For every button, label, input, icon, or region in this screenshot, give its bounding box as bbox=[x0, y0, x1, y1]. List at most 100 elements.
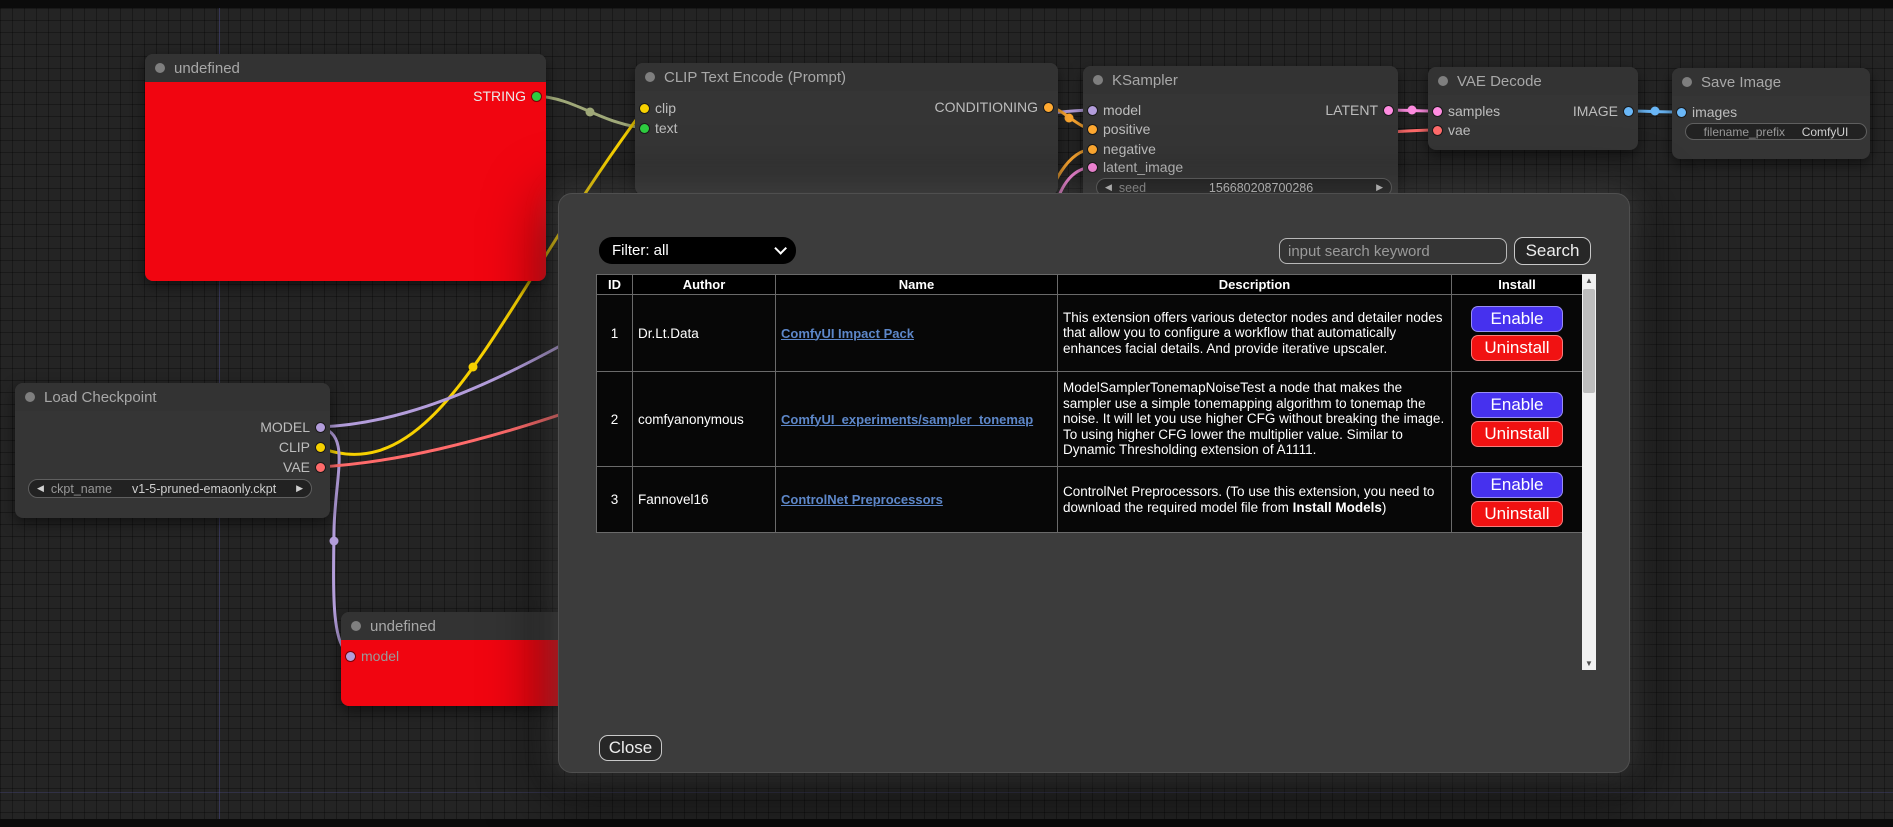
scroll-down-arrow-icon[interactable]: ▼ bbox=[1582, 657, 1596, 670]
input-slot-latent-image[interactable]: latent_image bbox=[1088, 159, 1183, 175]
collapse-dot-icon[interactable] bbox=[155, 63, 165, 73]
widget-increment-arrow-icon[interactable]: ▶ bbox=[1376, 182, 1383, 193]
conditioning-slot-dot[interactable] bbox=[1088, 145, 1097, 154]
node-title-bar[interactable]: undefined bbox=[341, 612, 570, 640]
cell-author: Fannovel16 bbox=[633, 467, 776, 533]
enable-button[interactable]: Enable bbox=[1471, 392, 1563, 418]
clip-slot-dot[interactable] bbox=[640, 104, 649, 113]
node-title-bar[interactable]: undefined bbox=[145, 54, 546, 82]
link-middle-dot bbox=[1408, 106, 1417, 115]
input-slot-vae[interactable]: vae bbox=[1433, 122, 1471, 138]
model-slot-dot[interactable] bbox=[316, 423, 325, 432]
link-middle-dot bbox=[1651, 107, 1660, 116]
node-save-image[interactable]: Save Image images filename_prefix ComfyU… bbox=[1672, 68, 1870, 159]
vae-slot-dot[interactable] bbox=[1433, 126, 1442, 135]
latent-slot-dot[interactable] bbox=[1433, 107, 1442, 116]
collapse-dot-icon[interactable] bbox=[645, 72, 655, 82]
node-load-checkpoint[interactable]: Load Checkpoint MODEL CLIP VAE ◀ ckpt_na… bbox=[15, 383, 330, 518]
node-title-bar[interactable]: Load Checkpoint bbox=[15, 383, 330, 411]
node-title-bar[interactable]: Save Image bbox=[1672, 68, 1870, 96]
widget-value[interactable]: v1-5-pruned-emaonly.ckpt bbox=[132, 482, 276, 496]
output-slot-image[interactable]: IMAGE bbox=[1573, 103, 1633, 119]
extension-link[interactable]: ComfyUI Impact Pack bbox=[781, 326, 914, 341]
cell-id: 1 bbox=[597, 295, 633, 372]
cell-description: ModelSamplerTonemapNoiseTest a node that… bbox=[1058, 372, 1452, 467]
table-scrollbar[interactable]: ▲ ▼ bbox=[1582, 274, 1596, 670]
cell-id: 3 bbox=[597, 467, 633, 533]
enable-button[interactable]: Enable bbox=[1471, 472, 1563, 498]
image-slot-dot[interactable] bbox=[1624, 107, 1633, 116]
input-slot-model[interactable]: model bbox=[1088, 102, 1141, 118]
widget-next-arrow-icon[interactable]: ▶ bbox=[296, 483, 303, 494]
extension-link[interactable]: ControlNet Preprocessors bbox=[781, 492, 943, 507]
node-title-bar[interactable]: CLIP Text Encode (Prompt) bbox=[635, 63, 1058, 91]
widget-decrement-arrow-icon[interactable]: ◀ bbox=[1105, 182, 1112, 193]
string-slot-dot[interactable] bbox=[532, 92, 541, 101]
search-button[interactable]: Search bbox=[1514, 237, 1591, 265]
node-title-bar[interactable]: KSampler bbox=[1083, 66, 1398, 94]
input-slot-samples[interactable]: samples bbox=[1433, 103, 1500, 119]
collapse-dot-icon[interactable] bbox=[1438, 76, 1448, 86]
input-slot-model[interactable]: model bbox=[346, 648, 399, 664]
latent-slot-dot[interactable] bbox=[1384, 106, 1393, 115]
table-row: 1 Dr.Lt.Data ComfyUI Impact Pack This ex… bbox=[597, 295, 1583, 372]
widget-value[interactable]: ComfyUI bbox=[1802, 125, 1849, 139]
slot-label: text bbox=[655, 120, 678, 136]
scroll-up-arrow-icon[interactable]: ▲ bbox=[1582, 274, 1596, 287]
model-slot-dot[interactable] bbox=[1088, 106, 1097, 115]
filename-prefix-widget[interactable]: filename_prefix ComfyUI bbox=[1685, 123, 1867, 140]
node-ksampler[interactable]: KSampler model positive negative latent_… bbox=[1083, 66, 1398, 201]
node-title-bar[interactable]: VAE Decode bbox=[1428, 67, 1638, 95]
slot-label: model bbox=[1103, 102, 1141, 118]
output-slot-clip[interactable]: CLIP bbox=[279, 439, 325, 455]
node-title: KSampler bbox=[1112, 72, 1178, 89]
filter-dropdown[interactable]: Filter: all bbox=[599, 237, 796, 264]
latent-slot-dot[interactable] bbox=[1088, 163, 1097, 172]
collapse-dot-icon[interactable] bbox=[1682, 77, 1692, 87]
node-vae-decode[interactable]: VAE Decode samples vae IMAGE bbox=[1428, 67, 1638, 150]
slot-label: STRING bbox=[473, 88, 526, 104]
output-slot-latent[interactable]: LATENT bbox=[1325, 102, 1393, 118]
slot-label: positive bbox=[1103, 121, 1150, 137]
custom-nodes-manager-dialog: Filter: all Search ID Author Name Descri… bbox=[558, 193, 1630, 773]
enable-button[interactable]: Enable bbox=[1471, 306, 1563, 332]
uninstall-button[interactable]: Uninstall bbox=[1471, 421, 1563, 447]
output-slot-string[interactable]: STRING bbox=[473, 88, 541, 104]
uninstall-button[interactable]: Uninstall bbox=[1471, 335, 1563, 361]
ckpt-name-widget[interactable]: ◀ ckpt_name v1-5-pruned-emaonly.ckpt ▶ bbox=[28, 479, 312, 498]
output-slot-model[interactable]: MODEL bbox=[260, 419, 325, 435]
header-description: Description bbox=[1058, 275, 1452, 295]
slot-label: CONDITIONING bbox=[935, 99, 1038, 115]
cell-description: This extension offers various detector n… bbox=[1058, 295, 1452, 372]
input-slot-clip[interactable]: clip bbox=[640, 100, 676, 116]
node-clip-text-encode[interactable]: CLIP Text Encode (Prompt) clip text COND… bbox=[635, 63, 1058, 195]
node-undefined-bottom[interactable]: undefined model bbox=[341, 612, 570, 706]
input-slot-negative[interactable]: negative bbox=[1088, 141, 1156, 157]
conditioning-slot-dot[interactable] bbox=[1088, 125, 1097, 134]
node-undefined-top[interactable]: undefined STRING bbox=[145, 54, 546, 281]
input-slot-images[interactable]: images bbox=[1677, 104, 1737, 120]
scrollbar-thumb[interactable] bbox=[1583, 289, 1595, 393]
conditioning-slot-dot[interactable] bbox=[1044, 103, 1053, 112]
slot-label: MODEL bbox=[260, 419, 310, 435]
output-slot-conditioning[interactable]: CONDITIONING bbox=[935, 99, 1053, 115]
widget-prev-arrow-icon[interactable]: ◀ bbox=[37, 483, 44, 494]
extension-link[interactable]: ComfyUI_experiments/sampler_tonemap bbox=[781, 412, 1033, 427]
slot-label: latent_image bbox=[1103, 159, 1183, 175]
collapse-dot-icon[interactable] bbox=[25, 392, 35, 402]
uninstall-button[interactable]: Uninstall bbox=[1471, 501, 1563, 527]
input-slot-positive[interactable]: positive bbox=[1088, 121, 1150, 137]
search-input[interactable] bbox=[1279, 238, 1507, 264]
node-title: CLIP Text Encode (Prompt) bbox=[664, 69, 846, 86]
output-slot-vae[interactable]: VAE bbox=[283, 459, 325, 475]
input-slot-text[interactable]: text bbox=[640, 120, 678, 136]
close-button[interactable]: Close bbox=[599, 735, 662, 761]
string-slot-dot[interactable] bbox=[640, 124, 649, 133]
model-slot-dot[interactable] bbox=[346, 652, 355, 661]
extensions-table: ID Author Name Description Install 1 Dr.… bbox=[596, 274, 1583, 533]
collapse-dot-icon[interactable] bbox=[351, 621, 361, 631]
image-slot-dot[interactable] bbox=[1677, 108, 1686, 117]
clip-slot-dot[interactable] bbox=[316, 443, 325, 452]
vae-slot-dot[interactable] bbox=[316, 463, 325, 472]
collapse-dot-icon[interactable] bbox=[1093, 75, 1103, 85]
